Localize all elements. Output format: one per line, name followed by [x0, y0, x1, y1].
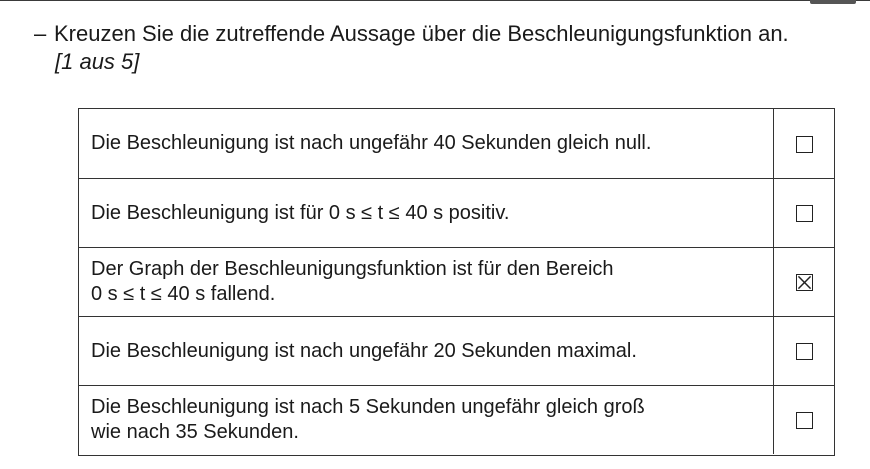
check-cell	[773, 248, 834, 316]
check-cross-icon	[797, 275, 812, 290]
answer-row: Die Beschleunigung ist für 0 s ≤ t ≤ 40 …	[79, 178, 834, 247]
instruction-text: Kreuzen Sie die zutreffende Aussage über…	[54, 21, 789, 46]
answer-row: Die Beschleunigung ist nach 5 Sekunden u…	[79, 385, 834, 454]
statement-cell: Die Beschleunigung ist nach 5 Sekunden u…	[79, 386, 773, 454]
statement-cell: Die Beschleunigung ist nach ungefähr 20 …	[79, 317, 773, 385]
statement-text: Die Beschleunigung ist nach 5 Sekunden u…	[91, 396, 645, 443]
check-cell	[773, 317, 834, 385]
top-rule	[0, 0, 870, 1]
answer-row: Der Graph der Beschleunigungsfunktion is…	[79, 247, 834, 316]
top-corner-tab	[810, 0, 856, 4]
statement-text: Der Graph der Beschleunigungsfunktion is…	[91, 258, 614, 305]
answer-table: Die Beschleunigung ist nach ungefähr 40 …	[78, 108, 835, 456]
answer-checkbox[interactable]	[796, 135, 813, 153]
task-instruction: – Kreuzen Sie die zutreffende Aussage übe…	[34, 20, 789, 47]
answer-row: Die Beschleunigung ist nach ungefähr 20 …	[79, 316, 834, 385]
statement-cell: Die Beschleunigung ist für 0 s ≤ t ≤ 40 …	[79, 179, 773, 247]
check-cell	[773, 386, 834, 454]
statement-text: Die Beschleunigung ist für 0 s ≤ t ≤ 40 …	[91, 201, 510, 224]
answer-row: Die Beschleunigung ist nach ungefähr 40 …	[79, 109, 834, 178]
list-dash: –	[34, 21, 47, 46]
statement-text: Die Beschleunigung ist nach ungefähr 20 …	[91, 339, 637, 362]
check-cell	[773, 179, 834, 247]
answer-checkbox[interactable]	[796, 412, 813, 429]
answer-checkbox[interactable]	[796, 343, 813, 360]
statement-text: Die Beschleunigung ist nach ungefähr 40 …	[91, 132, 652, 154]
statement-cell: Die Beschleunigung ist nach ungefähr 40 …	[79, 109, 773, 178]
choice-count-note: [1 aus 5]	[55, 49, 140, 74]
statement-cell: Der Graph der Beschleunigungsfunktion is…	[79, 248, 773, 316]
answer-checkbox[interactable]	[796, 274, 813, 291]
check-cell	[773, 109, 834, 178]
answer-checkbox[interactable]	[796, 205, 813, 222]
